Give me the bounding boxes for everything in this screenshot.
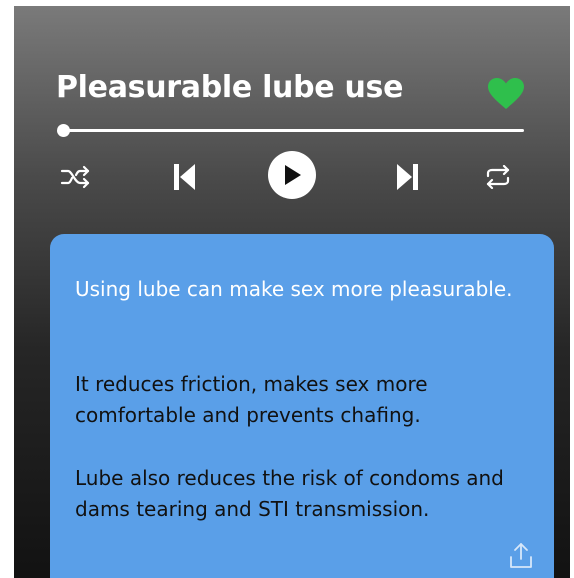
card-paragraph: Using lube can make sex more pleasurable… xyxy=(75,277,513,301)
info-card: Using lube can make sex more pleasurable… xyxy=(50,234,554,578)
repeat-icon xyxy=(486,165,510,189)
share-icon[interactable] xyxy=(506,540,536,570)
progress-handle[interactable] xyxy=(57,124,70,137)
previous-button[interactable] xyxy=(170,160,200,194)
shuffle-button[interactable] xyxy=(58,162,94,192)
skip-previous-icon xyxy=(174,164,195,190)
next-button[interactable] xyxy=(392,160,422,194)
card-paragraph: It reduces friction, makes sex more comf… xyxy=(75,372,428,427)
progress-bar[interactable] xyxy=(62,129,524,132)
heart-icon[interactable] xyxy=(488,78,524,110)
card-paragraph: Lube also reduces the risk of condoms an… xyxy=(75,466,504,521)
track-title: Pleasurable lube use xyxy=(56,70,404,105)
play-button[interactable] xyxy=(268,151,316,199)
skip-next-icon xyxy=(397,164,418,190)
play-icon xyxy=(285,165,301,185)
shuffle-icon xyxy=(60,165,90,189)
player-screen: Pleasurable lube use Using lube can make… xyxy=(14,6,570,578)
repeat-button[interactable] xyxy=(480,162,516,192)
